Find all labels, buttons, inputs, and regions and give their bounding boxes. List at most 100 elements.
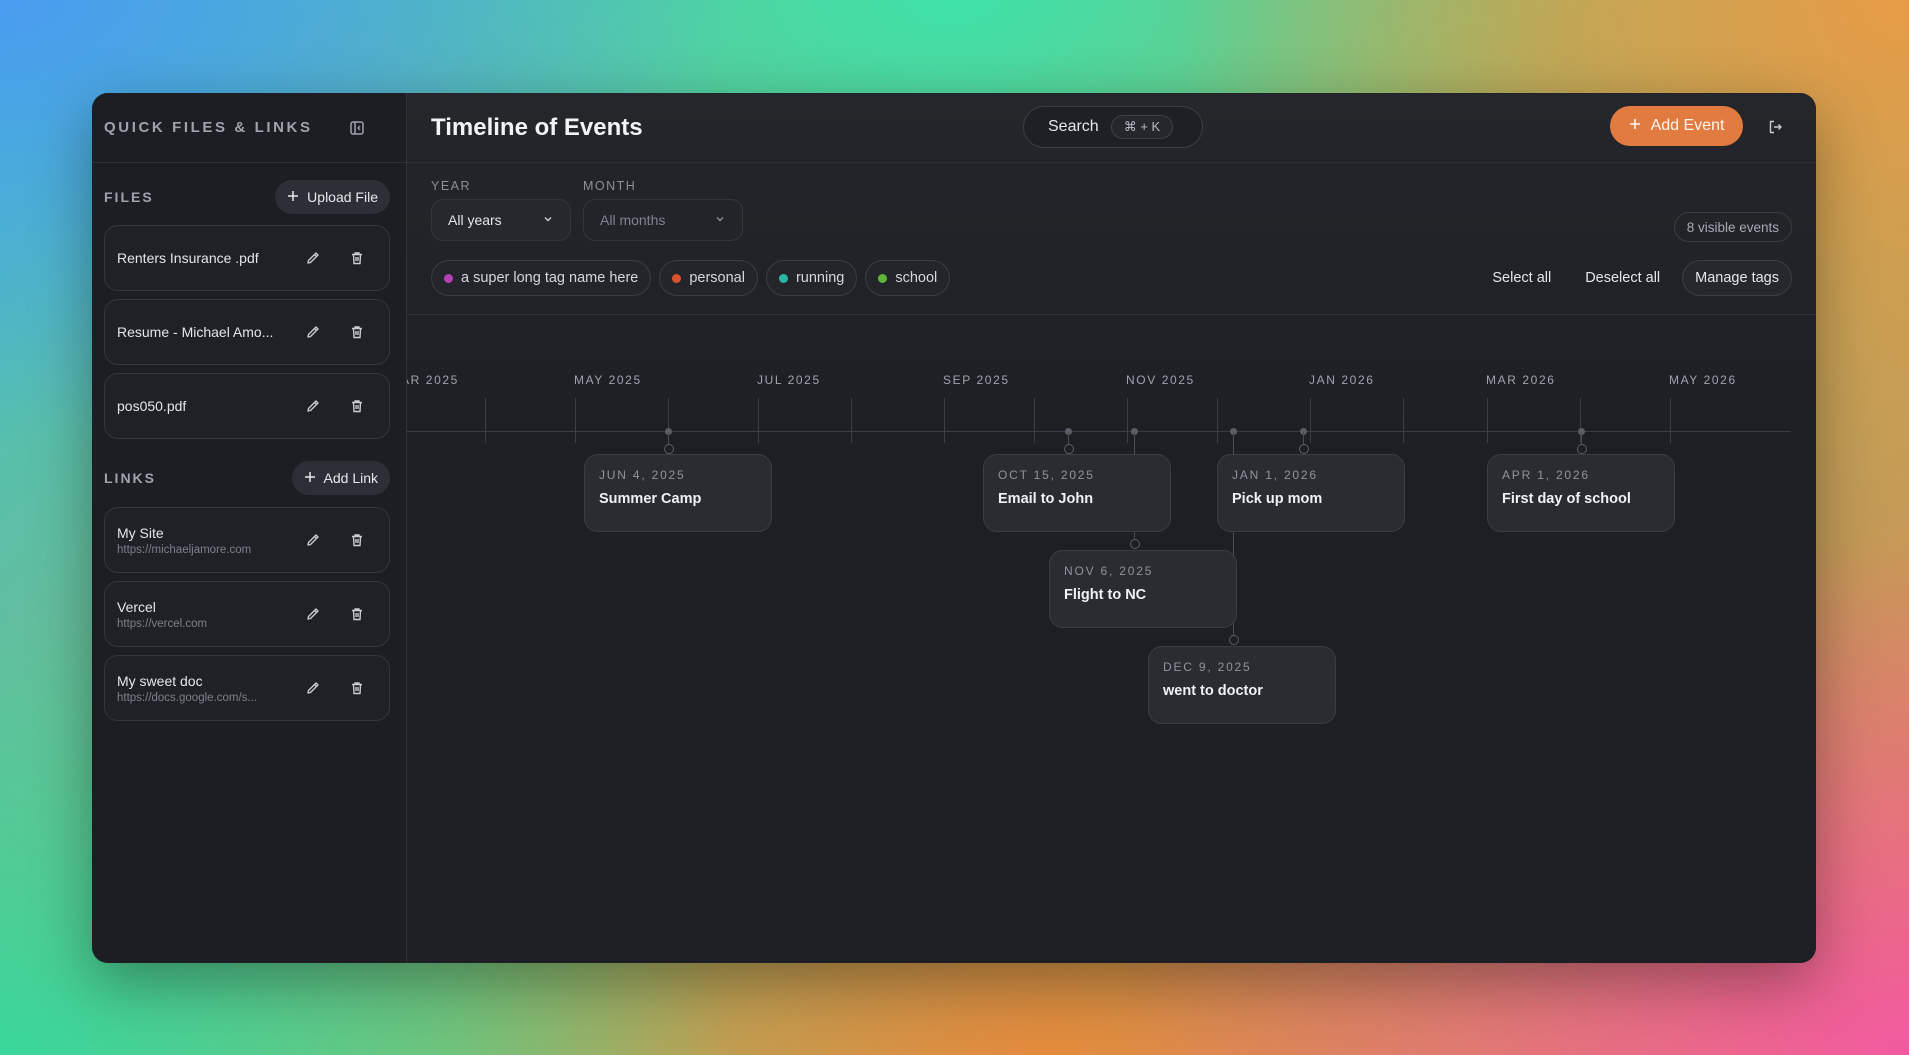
month-label: MAY 2026 xyxy=(1669,373,1737,387)
trash-icon[interactable] xyxy=(345,602,369,626)
link-item-text: My Site https://michaeljamore.com xyxy=(117,525,287,556)
chevron-down-icon xyxy=(714,212,726,228)
plus-icon xyxy=(1629,117,1641,135)
month-label: SEP 2025 xyxy=(943,373,1010,387)
trash-icon[interactable] xyxy=(345,528,369,552)
link-item[interactable]: My Site https://michaeljamore.com xyxy=(104,507,390,573)
month-tick xyxy=(1403,398,1404,443)
event-card[interactable]: JUN 4, 2025 Summer Camp xyxy=(584,454,772,532)
add-link-button[interactable]: Add Link xyxy=(291,461,390,495)
event-node xyxy=(1130,539,1140,549)
sidebar-title: QUICK FILES & LINKS xyxy=(104,119,313,136)
event-title: Summer Camp xyxy=(599,491,702,507)
month-tick xyxy=(1127,398,1128,443)
deselect-all-button[interactable]: Deselect all xyxy=(1573,260,1672,296)
event-card[interactable]: NOV 6, 2025 Flight to NC xyxy=(1049,550,1237,628)
trash-icon[interactable] xyxy=(345,246,369,270)
manage-tags-button[interactable]: Manage tags xyxy=(1682,260,1792,296)
file-name: pos050.pdf xyxy=(117,398,187,414)
edit-icon[interactable] xyxy=(301,394,325,418)
year-select[interactable]: All years xyxy=(431,199,571,241)
file-item[interactable]: Resume - Michael Amo... xyxy=(104,299,390,365)
event-card[interactable]: DEC 9, 2025 went to doctor xyxy=(1148,646,1336,724)
event-card[interactable]: JAN 1, 2026 Pick up mom xyxy=(1217,454,1405,532)
file-actions xyxy=(301,320,369,344)
search-label: Search xyxy=(1048,118,1099,135)
month-tick xyxy=(1034,398,1035,443)
chevron-down-icon xyxy=(542,212,554,228)
edit-icon[interactable] xyxy=(301,320,325,344)
event-title: Pick up mom xyxy=(1232,491,1323,507)
collapse-sidebar-icon[interactable] xyxy=(344,115,370,141)
tag-color-dot xyxy=(672,273,682,283)
month-select[interactable]: All months xyxy=(583,199,743,241)
upload-file-label: Upload File xyxy=(307,189,378,205)
tag-chip[interactable]: personal xyxy=(659,260,758,296)
tag-color-dot xyxy=(444,273,453,283)
tag-chip[interactable]: running xyxy=(765,260,858,296)
filters-bar: YEAR All years MONTH All months 8 visibl… xyxy=(407,163,1816,315)
edit-icon[interactable] xyxy=(301,528,325,552)
month-tick xyxy=(944,398,945,443)
file-item-text: Resume - Michael Amo... xyxy=(117,324,287,340)
tag-label: personal xyxy=(689,270,745,286)
event-title: First day of school xyxy=(1502,491,1631,507)
event-card[interactable]: APR 1, 2026 First day of school xyxy=(1487,454,1675,532)
edit-icon[interactable] xyxy=(301,602,325,626)
tag-label: school xyxy=(895,270,938,286)
select-all-button[interactable]: Select all xyxy=(1480,260,1563,296)
link-item[interactable]: Vercel https://vercel.com xyxy=(104,581,390,647)
link-actions xyxy=(301,602,369,626)
tag-chip[interactable]: a super long tag name here xyxy=(431,260,652,296)
edit-icon[interactable] xyxy=(301,246,325,270)
event-node xyxy=(1299,444,1309,454)
event-title: went to doctor xyxy=(1163,683,1263,699)
add-event-button[interactable]: Add Event xyxy=(1610,106,1743,146)
trash-icon[interactable] xyxy=(345,320,369,344)
trash-icon[interactable] xyxy=(345,394,369,418)
event-date: APR 1, 2026 xyxy=(1502,468,1590,482)
tag-label: a super long tag name here xyxy=(461,270,639,286)
add-event-label: Add Event xyxy=(1650,117,1725,134)
month-label: NOV 2025 xyxy=(1126,373,1195,387)
month-filter-label: MONTH xyxy=(583,179,637,193)
month-select-value: All months xyxy=(600,212,666,228)
tag-filter-list: a super long tag name here personal runn… xyxy=(431,260,951,296)
link-name: My Site xyxy=(117,524,164,541)
logout-icon[interactable] xyxy=(1763,115,1787,139)
link-url: https://michaeljamore.com xyxy=(117,543,252,556)
upload-file-button[interactable]: Upload File xyxy=(275,180,390,214)
event-node xyxy=(1577,444,1587,454)
link-name: Vercel xyxy=(117,598,156,615)
month-tick xyxy=(1310,398,1311,443)
file-item-text: Renters Insurance .pdf xyxy=(117,250,287,266)
edit-icon[interactable] xyxy=(301,676,325,700)
files-section-title: FILES xyxy=(104,189,154,205)
link-url: https://docs.google.com/s... xyxy=(117,691,257,704)
tag-chip[interactable]: school xyxy=(865,260,951,296)
file-name: Resume - Michael Amo... xyxy=(117,324,274,340)
file-item[interactable]: pos050.pdf xyxy=(104,373,390,439)
month-label: MAY 2025 xyxy=(574,373,642,387)
event-card[interactable]: OCT 15, 2025 Email to John xyxy=(983,454,1171,532)
event-node xyxy=(1229,635,1239,645)
file-item[interactable]: Renters Insurance .pdf xyxy=(104,225,390,291)
year-filter-label: YEAR xyxy=(431,179,472,193)
search-button[interactable]: Search ⌘ + K xyxy=(1023,106,1203,148)
file-item-text: pos050.pdf xyxy=(117,398,287,414)
link-url: https://vercel.com xyxy=(117,617,208,630)
month-tick xyxy=(485,398,486,443)
trash-icon[interactable] xyxy=(345,676,369,700)
search-shortcut: ⌘ + K xyxy=(1110,115,1174,139)
month-label: JAN 2026 xyxy=(1309,373,1375,387)
files-section-header: FILES Upload File xyxy=(92,179,406,215)
event-date: NOV 6, 2025 xyxy=(1064,564,1154,578)
link-item-text: My sweet doc https://docs.google.com/s..… xyxy=(117,673,287,704)
file-name: Renters Insurance .pdf xyxy=(117,250,259,266)
link-item[interactable]: My sweet doc https://docs.google.com/s..… xyxy=(104,655,390,721)
plus-icon xyxy=(304,470,316,486)
link-name: My sweet doc xyxy=(117,672,203,689)
month-label: MAR 2026 xyxy=(1486,373,1556,387)
year-select-value: All years xyxy=(448,212,502,228)
month-label: AR 2025 xyxy=(407,373,459,387)
